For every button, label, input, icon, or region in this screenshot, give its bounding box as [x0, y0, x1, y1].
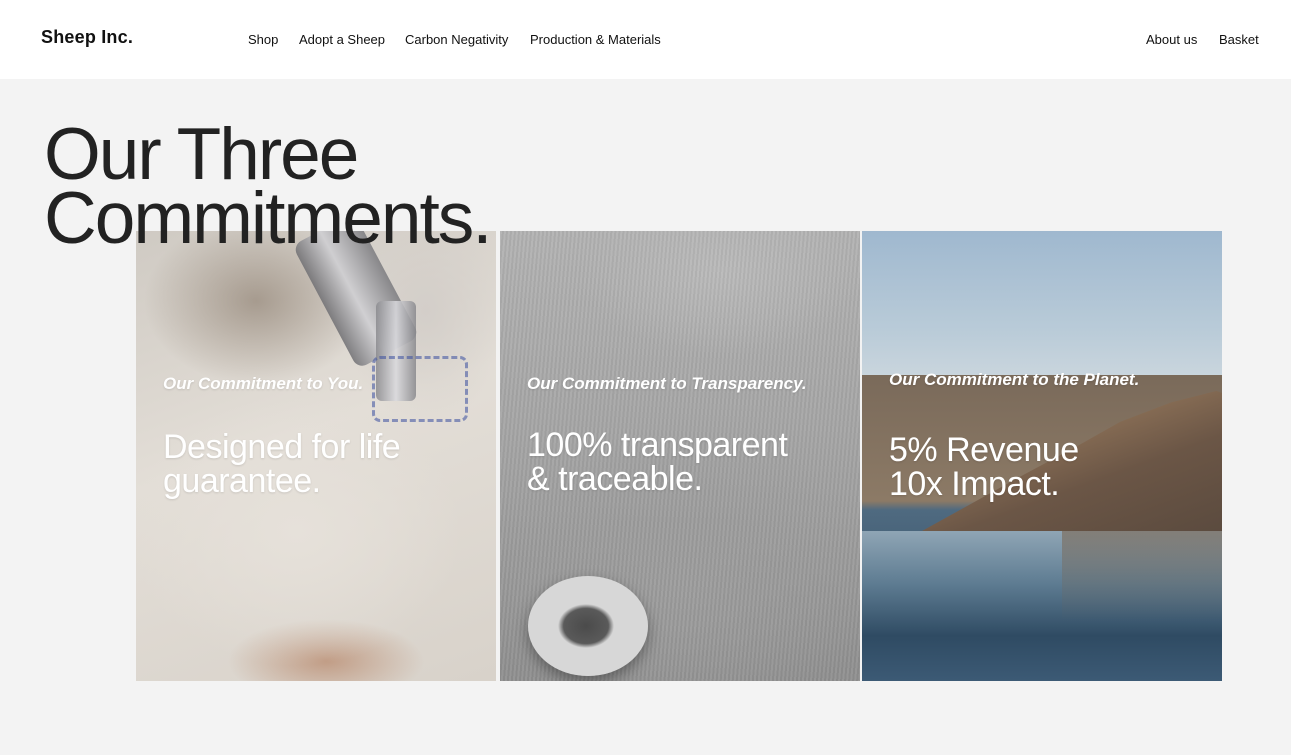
card-headline-line-2: & traceable.: [527, 460, 703, 498]
site-header: Sheep Inc. Shop Adopt a Sheep Carbon Neg…: [0, 0, 1291, 79]
nav-link-shop[interactable]: Shop: [248, 32, 278, 47]
commitment-card-planet[interactable]: Our Commitment to the Planet. 5% Revenue…: [862, 231, 1222, 681]
brand-logo[interactable]: Sheep Inc.: [41, 27, 133, 48]
card-headline-line-1: 100% transparent: [527, 426, 788, 464]
nav-link-production-materials[interactable]: Production & Materials: [530, 32, 661, 47]
card-headline-line-1: 5% Revenue: [889, 431, 1079, 469]
nav-link-carbon-negativity[interactable]: Carbon Negativity: [405, 32, 508, 47]
card-headline: Designed for life guarantee.: [163, 428, 401, 500]
card-kicker: Our Commitment to the Planet.: [889, 370, 1140, 389]
card-headline: 5% Revenue 10x Impact.: [889, 433, 1079, 501]
embroidery-stitch-image: [372, 356, 468, 422]
card-headline-line-2: 10x Impact.: [889, 465, 1060, 503]
lake-reflection: [1062, 531, 1222, 621]
basket-link[interactable]: Basket: [1219, 32, 1259, 47]
card-headline: 100% transparent & traceable.: [527, 426, 788, 498]
card-headline-line-2: guarantee.: [163, 462, 321, 500]
commitment-card-you[interactable]: Our Commitment to You. Designed for life…: [136, 231, 496, 681]
card-headline-line-1: Designed for life: [163, 428, 401, 466]
nav-link-adopt-a-sheep[interactable]: Adopt a Sheep: [299, 32, 385, 47]
page-title: Our Three Commitments.: [44, 118, 493, 259]
grommet-image: [528, 576, 648, 676]
card-kicker: Our Commitment to Transparency.: [527, 374, 807, 393]
page-title-line-2: Commitments.: [44, 178, 493, 259]
commitment-card-transparency[interactable]: Our Commitment to Transparency. 100% tra…: [500, 231, 860, 681]
nav-link-about-us[interactable]: About us: [1146, 32, 1197, 47]
card-kicker: Our Commitment to You.: [163, 374, 364, 393]
